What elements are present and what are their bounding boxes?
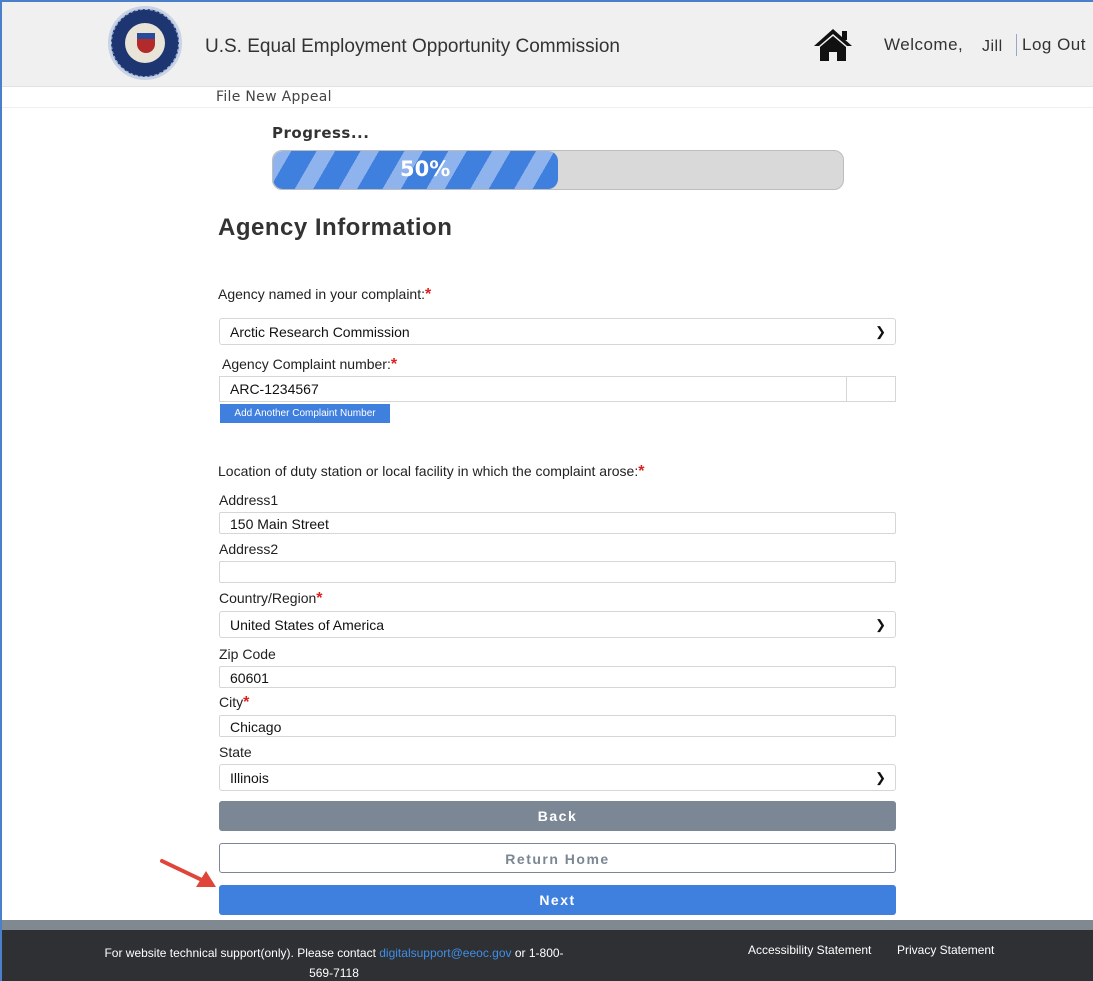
country-label: Country/Region* [219,590,323,608]
required-marker: * [243,694,250,711]
location-label: Location of duty station or local facili… [218,463,644,481]
address2-input[interactable] [219,561,896,583]
country-label-text: Country/Region [219,590,317,606]
city-label: City* [219,694,249,712]
section-title: Agency Information [218,214,453,241]
seal-shield [137,33,155,53]
address1-label: Address1 [219,492,279,508]
next-button[interactable]: Next [219,885,896,915]
state-label: State [219,744,252,760]
breadcrumb[interactable]: File New Appeal [216,89,332,105]
zip-input[interactable]: 60601 [219,666,896,688]
complaint-label: Agency Complaint number:* [222,356,397,374]
agency-label-text: Agency named in your complaint: [218,286,425,302]
window-frame [0,0,1093,981]
back-button[interactable]: Back [219,801,896,831]
state-selected-value: Illinois [230,770,269,786]
add-complaint-number-button[interactable]: Add Another Complaint Number [220,404,390,423]
user-name: Jill [982,38,1003,55]
welcome-text: Welcome, [884,35,964,54]
agency-select[interactable]: Arctic Research Commission ❯ [219,318,896,345]
logout-link[interactable]: Log Out [1022,35,1086,55]
support-email-link[interactable]: digitalsupport@eeoc.gov [379,946,511,960]
agency-label: Agency named in your complaint:* [218,286,431,304]
chevron-down-icon: ❯ [875,324,886,339]
city-input[interactable]: Chicago [219,715,896,737]
complaint-label-text: Agency Complaint number: [222,356,391,372]
country-selected-value: United States of America [230,617,385,633]
required-marker: * [316,590,323,607]
footer-support-text: For website technical support(only). Ple… [94,943,574,981]
support-prefix: For website technical support(only). Ple… [104,946,376,960]
footer-separator [2,920,1093,930]
complaint-number-side-field[interactable] [846,376,896,402]
required-marker: * [638,463,645,480]
org-title: U.S. Equal Employment Opportunity Commis… [205,36,620,57]
return-home-button[interactable]: Return Home [219,843,896,873]
location-label-text: Location of duty station or local facili… [218,463,639,479]
address2-label: Address2 [219,541,279,557]
privacy-statement-link[interactable]: Privacy Statement [897,943,994,957]
agency-selected-value: Arctic Research Commission [230,324,410,340]
annotation-arrow-icon [160,859,216,887]
eeoc-seal-logo[interactable] [108,6,182,80]
subnav-bar [2,87,1093,108]
accessibility-statement-link[interactable]: Accessibility Statement [748,943,871,957]
footer: For website technical support(only). Ple… [2,930,1093,981]
progress-bar [272,150,844,190]
zip-label: Zip Code [219,646,276,662]
country-select[interactable]: United States of America ❯ [219,611,896,638]
required-marker: * [390,356,398,373]
header-divider [1016,34,1017,56]
address1-input[interactable]: 150 Main Street [219,512,896,534]
progress-label: Progress... [272,124,370,142]
required-marker: * [425,286,432,303]
complaint-number-input[interactable]: ARC-1234567 [219,376,847,402]
chevron-down-icon: ❯ [875,770,886,785]
state-select[interactable]: Illinois ❯ [219,764,896,791]
home-icon[interactable] [813,28,853,62]
progress-percent: 50% [400,157,451,181]
city-label-text: City [219,694,244,710]
chevron-down-icon: ❯ [875,617,886,632]
